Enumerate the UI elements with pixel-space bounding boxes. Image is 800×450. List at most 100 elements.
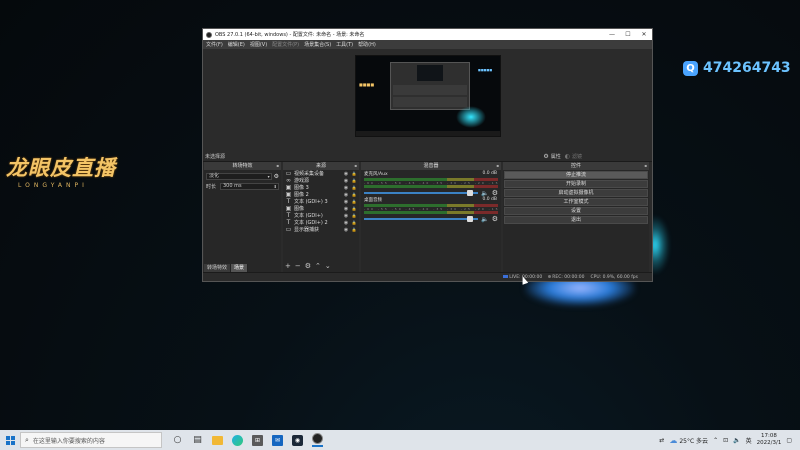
start-button[interactable]: [0, 430, 20, 450]
chevron-down-icon: ▾: [267, 173, 270, 179]
eye-icon[interactable]: ◉: [343, 199, 349, 205]
source-item[interactable]: T 文本 (GDI+) 2 ◉ 🔒: [283, 219, 359, 226]
store-icon[interactable]: ⊞: [252, 434, 263, 446]
image-icon: ▣: [285, 184, 292, 191]
weather-widget[interactable]: ☁ 25°C 多云: [669, 436, 708, 445]
lock-icon[interactable]: 🔒: [351, 199, 357, 204]
stepper-icon: ⬍: [273, 183, 277, 189]
volume-icon[interactable]: 🔈: [733, 437, 740, 444]
gear-icon[interactable]: ⚙: [274, 173, 279, 180]
move-up-icon[interactable]: ⌃: [315, 262, 321, 270]
float-icon[interactable]: ▪: [354, 162, 357, 170]
source-item[interactable]: T 文本 (GDI+) ◉ 🔒: [283, 212, 359, 219]
channel-name: 麦克风/Aux: [364, 172, 388, 177]
slider-knob[interactable]: [466, 216, 473, 222]
no-source-label: 未选择源: [205, 154, 226, 160]
maximize-button[interactable]: ☐: [620, 31, 636, 38]
mail-icon[interactable]: ✉: [272, 434, 283, 446]
source-name: 视频采集设备: [294, 171, 325, 177]
network-icon[interactable]: ⊡: [723, 437, 728, 444]
chevron-up-icon[interactable]: ⌃: [713, 437, 718, 444]
control-button[interactable]: 启动虚拟摄像机: [504, 189, 648, 197]
eye-icon[interactable]: ◉: [343, 206, 349, 212]
eye-icon[interactable]: ◉: [343, 171, 349, 177]
close-button[interactable]: ✕: [636, 31, 652, 38]
duration-label: 时长: [206, 183, 217, 190]
properties-button[interactable]: ⚙ 属性: [543, 153, 560, 160]
eye-icon[interactable]: ◉: [343, 227, 349, 233]
volume-slider[interactable]: [364, 216, 479, 222]
menu-item[interactable]: 工具(T): [336, 41, 353, 48]
eye-icon[interactable]: ◉: [343, 178, 349, 184]
control-button[interactable]: 工作室模式: [504, 198, 648, 206]
source-item[interactable]: ▭ 显示器捕获 ◉ 🔒: [283, 226, 359, 233]
duration-input[interactable]: 300 ms ⬍: [220, 182, 279, 190]
source-name: 文本 (GDI+) 2: [294, 220, 328, 226]
controls-dock: 控件 ▪ 停止推流 开始录制 启动虚拟摄像机 工作室模式 设置 退出: [503, 162, 649, 272]
float-icon[interactable]: ▪: [496, 162, 499, 170]
file-explorer-icon[interactable]: [212, 435, 223, 445]
taskbar-search[interactable]: ⌕ 在这里输入你要搜索的内容: [20, 432, 162, 448]
menu-item[interactable]: 视图(V): [250, 41, 267, 48]
lock-icon[interactable]: 🔒: [351, 213, 357, 218]
filters-button[interactable]: ◐ 滤镜: [565, 153, 582, 160]
lock-icon[interactable]: 🔒: [351, 227, 357, 232]
gear-icon[interactable]: ⚙: [492, 215, 498, 223]
notification-icon[interactable]: ▢: [786, 437, 792, 444]
add-icon[interactable]: +: [285, 262, 291, 270]
channel-db: 0.0 dB: [482, 197, 497, 202]
source-item[interactable]: ▣ 图像 3 ◉ 🔒: [283, 184, 359, 191]
float-icon[interactable]: ▪: [276, 162, 279, 170]
steam-icon[interactable]: ◉: [292, 434, 303, 446]
source-item[interactable]: T 文本 (GDI+) 3 ◉ 🔒: [283, 198, 359, 205]
transition-select[interactable]: 淡化 ▾: [206, 172, 272, 180]
menu-item[interactable]: 配置文件(P): [272, 41, 299, 48]
clock[interactable]: 17:08 2022/3/1: [757, 433, 782, 447]
qq-number: 474264743: [703, 60, 791, 76]
widgets-icon[interactable]: ▤: [192, 435, 203, 446]
source-item[interactable]: ▣ 图像 ◉ 🔒: [283, 205, 359, 212]
logo-text: 龙眼皮直播: [6, 155, 116, 180]
move-down-icon[interactable]: ⌄: [325, 262, 331, 270]
gear-icon[interactable]: ⚙: [305, 262, 311, 270]
menu-item[interactable]: 编辑(E): [228, 41, 245, 48]
ime-icon[interactable]: 英: [746, 436, 752, 445]
minimize-button[interactable]: —: [604, 31, 620, 38]
lock-icon[interactable]: 🔒: [351, 185, 357, 190]
eye-icon[interactable]: ◉: [343, 192, 349, 198]
video-capture-icon: ▭: [285, 170, 292, 177]
lock-icon[interactable]: 🔒: [351, 192, 357, 197]
speaker-icon[interactable]: 🔈: [481, 216, 488, 223]
control-button[interactable]: 设置: [504, 207, 648, 215]
control-button[interactable]: 开始录制: [504, 180, 648, 188]
tray-app-icon[interactable]: ⇄: [659, 437, 664, 444]
level-meter: [364, 211, 498, 214]
dock-tab[interactable]: 场景: [231, 264, 249, 272]
source-item[interactable]: ∞ 游戏源 ◉ 🔒: [283, 177, 359, 184]
edge-icon[interactable]: [232, 434, 243, 446]
eye-icon[interactable]: ◉: [343, 220, 349, 226]
lock-icon[interactable]: 🔒: [351, 206, 357, 211]
lock-icon[interactable]: 🔒: [351, 171, 357, 176]
source-item[interactable]: ▣ 图像 2 ◉ 🔒: [283, 191, 359, 198]
obs-taskbar-icon[interactable]: [312, 433, 323, 444]
float-icon[interactable]: ▪: [644, 162, 647, 170]
lock-icon[interactable]: 🔒: [351, 178, 357, 183]
cloud-icon: ☁: [669, 435, 678, 445]
preview-canvas[interactable]: ■■■■ ■■■■■: [355, 55, 501, 137]
volume-slider[interactable]: [364, 190, 479, 196]
source-item[interactable]: ▭ 视频采集设备 ◉ 🔒: [283, 170, 359, 177]
remove-icon[interactable]: −: [295, 262, 301, 270]
dock-title: 转场特效: [232, 163, 253, 169]
task-view-icon[interactable]: ○: [172, 435, 183, 446]
cpu-status: CPU: 0.9%, 60.00 fps: [590, 274, 639, 280]
menu-item[interactable]: 场景集合(S): [304, 41, 331, 48]
menu-item[interactable]: 文件(F): [206, 41, 223, 48]
control-button[interactable]: 停止推流: [504, 171, 648, 179]
menu-item[interactable]: 帮助(H): [358, 41, 376, 48]
lock-icon[interactable]: 🔒: [351, 220, 357, 225]
dock-tab[interactable]: 转场特效: [204, 264, 232, 272]
control-button[interactable]: 退出: [504, 216, 648, 224]
eye-icon[interactable]: ◉: [343, 213, 349, 219]
eye-icon[interactable]: ◉: [343, 185, 349, 191]
